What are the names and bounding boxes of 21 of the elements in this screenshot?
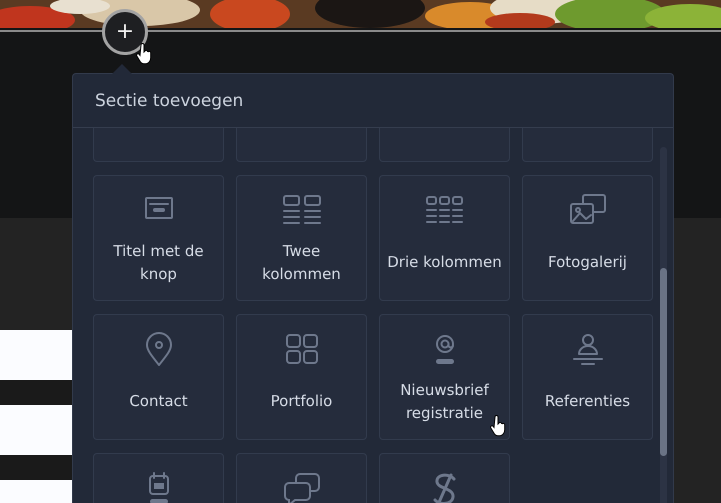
- tile-label: Nieuwsbrief registratie: [399, 380, 490, 424]
- scrollbar[interactable]: [660, 147, 667, 503]
- tile-label: Referenties: [544, 391, 630, 412]
- panel-title: Sectie toevoegen: [95, 90, 244, 110]
- section-tile[interactable]: Referenties: [522, 314, 653, 440]
- section-tile[interactable]: Titel met de knop: [93, 175, 224, 301]
- section-tile[interactable]: Twee kolommen: [236, 175, 367, 301]
- section-tile[interactable]: Portfolio: [236, 314, 367, 440]
- section-tile[interactable]: Fotogalerij: [522, 175, 653, 301]
- tile-label: Drie kolommen: [387, 252, 502, 273]
- hand-cursor-icon: [136, 43, 152, 65]
- hand-cursor-icon: [490, 415, 506, 437]
- section-tile[interactable]: Contact: [93, 314, 224, 440]
- page-block: [0, 480, 72, 503]
- section-tile[interactable]: Nieuwsbrief registratie: [379, 314, 510, 440]
- tile-label: Fotogalerij: [548, 252, 627, 273]
- tile-label: Contact: [129, 391, 188, 412]
- tile-label: Titel met de knop: [112, 240, 205, 284]
- tile-label: Twee kolommen: [261, 240, 342, 284]
- tile-label: Portfolio: [270, 391, 332, 412]
- section-tile[interactable]: Drie kolommen: [379, 175, 510, 301]
